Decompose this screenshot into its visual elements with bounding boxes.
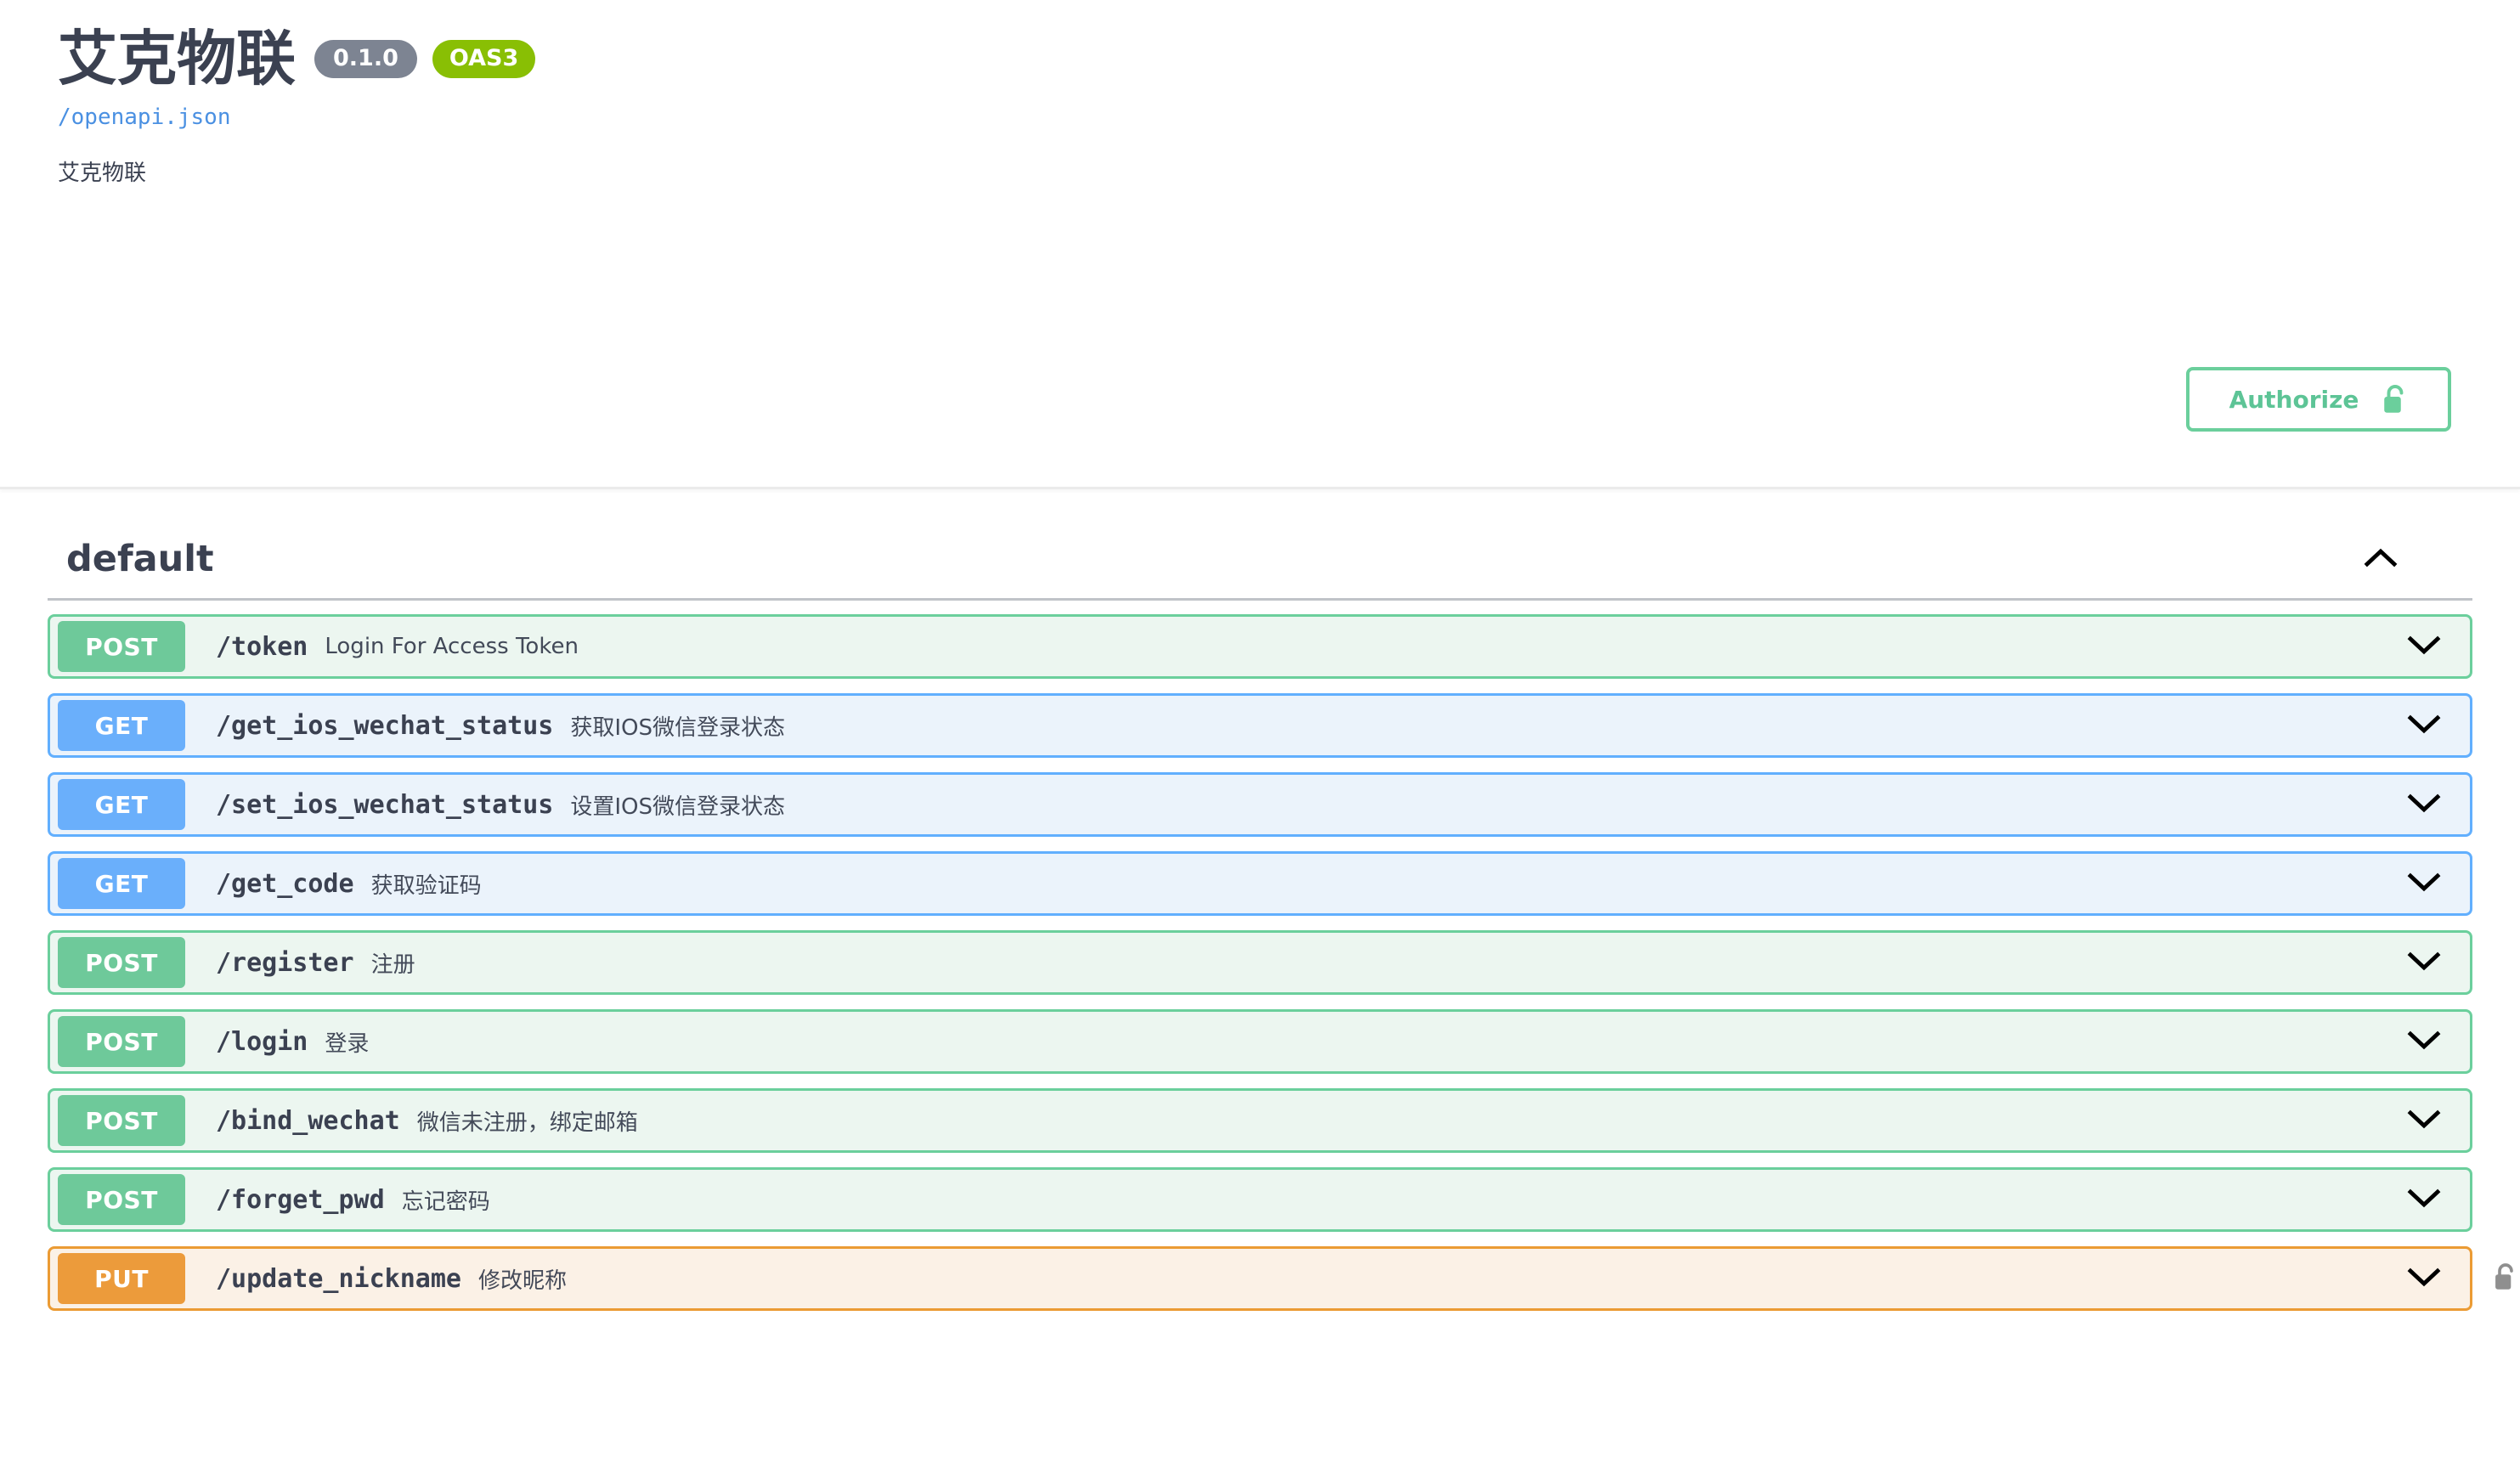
authorize-wrapper: Authorize (2186, 367, 2451, 432)
chevron-down-icon[interactable] (2407, 872, 2441, 895)
operation-path: /bind_wechat (216, 1105, 400, 1136)
http-method-badge: POST (58, 1174, 185, 1225)
http-method-badge: POST (58, 1016, 185, 1067)
authorize-button-label: Authorize (2229, 385, 2359, 414)
operation-path: /token (216, 631, 308, 662)
http-method-badge: POST (58, 621, 185, 672)
chevron-down-icon[interactable] (2407, 1267, 2441, 1290)
http-method-badge: GET (58, 700, 185, 751)
operations-block: default POST/token Login For Access Token… (48, 520, 2513, 1325)
operation-summary: 注册 (370, 951, 415, 978)
operation-summary: 获取IOS微信登录状态 (570, 714, 785, 741)
chevron-down-icon[interactable] (2407, 1109, 2441, 1132)
chevron-down-icon[interactable] (2407, 635, 2441, 658)
page-title: 艾克物联 (58, 24, 296, 93)
operation-summary: 微信未注册，绑定邮箱 (416, 1109, 638, 1136)
operation-row[interactable]: GET/set_ios_wechat_status 设置IOS微信登录状态 (48, 772, 2472, 837)
operation-row[interactable]: GET/get_ios_wechat_status 获取IOS微信登录状态 (48, 693, 2472, 758)
operation-summary: 设置IOS微信登录状态 (570, 793, 785, 820)
chevron-up-icon[interactable] (2364, 547, 2398, 571)
chevron-down-icon[interactable] (2407, 714, 2441, 737)
operation-summary: 登录 (325, 1030, 370, 1057)
operation-list: POST/token Login For Access Token GET/get_… (48, 614, 2513, 1311)
operation-row[interactable]: POST/login 登录 (48, 1009, 2472, 1074)
operation-path: /get_ios_wechat_status (216, 710, 554, 741)
operation-row[interactable]: POST/bind_wechat 微信未注册，绑定邮箱 (48, 1088, 2472, 1153)
operation-row[interactable]: GET/get_code 获取验证码 (48, 851, 2472, 916)
tag-section-title: default (66, 537, 214, 580)
operation-path: /get_code (216, 868, 354, 899)
tag-section-header-default[interactable]: default (48, 520, 2472, 598)
operation-path: /register (216, 947, 354, 978)
http-method-badge: PUT (58, 1253, 185, 1304)
operation-path: /update_nickname (216, 1263, 461, 1294)
api-description: 艾克物联 (58, 161, 147, 186)
operation-summary: Login For Access Token (325, 634, 579, 659)
operation-row[interactable]: POST/forget_pwd 忘记密码 (48, 1167, 2472, 1232)
openapi-spec-link[interactable]: /openapi.json (58, 104, 2520, 130)
api-version-badge: 0.1.0 (314, 39, 417, 78)
unlock-icon (2382, 384, 2408, 415)
chevron-down-icon[interactable] (2407, 1188, 2441, 1211)
operation-row[interactable]: POST/token Login For Access Token (48, 614, 2472, 679)
operation-path: /login (216, 1026, 308, 1057)
operation-row[interactable]: POST/register 注册 (48, 930, 2472, 995)
chevron-down-icon[interactable] (2407, 793, 2441, 816)
api-info-block: 艾克物联 0.1.0 OAS3 /openapi.json 艾克物联 (0, 0, 2520, 190)
http-method-badge: GET (58, 858, 185, 909)
oas-version-badge: OAS3 (432, 39, 536, 78)
api-title-row: 艾克物联 0.1.0 OAS3 (58, 29, 2520, 88)
operation-row[interactable]: PUT/update_nickname 修改昵称 (48, 1246, 2513, 1311)
http-method-badge: POST (58, 1095, 185, 1146)
unlock-icon[interactable] (2494, 1262, 2517, 1295)
operation-summary: 获取验证码 (370, 872, 482, 899)
header-divider (0, 487, 2520, 489)
operation-summary: 修改昵称 (477, 1268, 567, 1294)
tag-section-divider (48, 598, 2472, 601)
chevron-down-icon[interactable] (2407, 1030, 2441, 1053)
http-method-badge: POST (58, 937, 185, 988)
authorize-button[interactable]: Authorize (2186, 367, 2451, 432)
chevron-down-icon[interactable] (2407, 951, 2441, 974)
operation-path: /set_ios_wechat_status (216, 789, 554, 820)
operation-path: /forget_pwd (216, 1184, 385, 1215)
http-method-badge: GET (58, 779, 185, 830)
swagger-ui-page: 艾克物联 0.1.0 OAS3 /openapi.json 艾克物联 Autho… (0, 0, 2520, 1468)
operation-summary: 忘记密码 (401, 1189, 490, 1215)
